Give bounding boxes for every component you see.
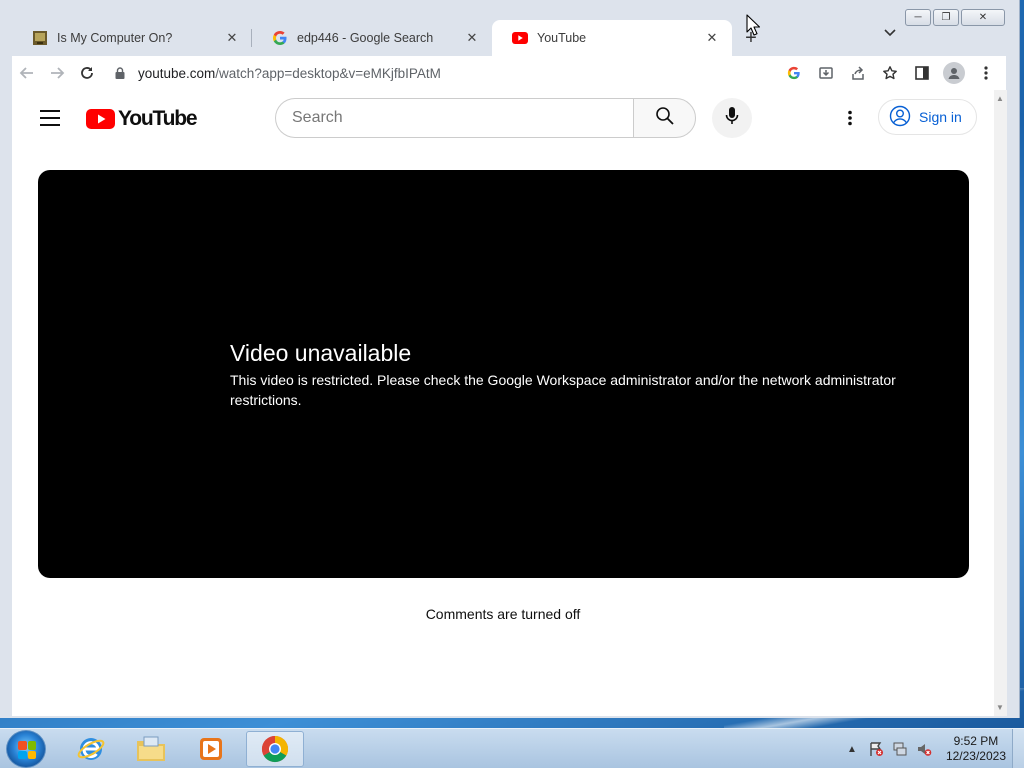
file-explorer-icon[interactable] — [122, 731, 180, 767]
address-bar[interactable]: youtube.com/watch?app=desktop&v=eMKjfbIP… — [110, 59, 760, 87]
bookmark-star-icon[interactable] — [876, 59, 904, 87]
tab-google-search[interactable]: edp446 - Google Search ✕ — [252, 20, 492, 56]
window-controls: ─ ❐ ✕ — [905, 9, 1005, 26]
clock-date: 12/23/2023 — [945, 749, 1006, 763]
forward-button[interactable] — [42, 59, 72, 87]
install-app-icon[interactable] — [812, 59, 840, 87]
google-g-icon — [272, 30, 288, 46]
account-circle-icon — [889, 105, 911, 130]
maximize-button[interactable]: ❐ — [933, 9, 959, 26]
sign-in-button[interactable]: Sign in — [878, 99, 977, 135]
tab-title: edp446 - Google Search — [297, 31, 434, 45]
tab-close-icon[interactable]: ✕ — [704, 30, 720, 46]
computer-icon — [32, 30, 48, 46]
scroll-down-arrow-icon[interactable]: ▼ — [996, 703, 1004, 712]
tab-close-icon[interactable]: ✕ — [224, 30, 240, 46]
network-icon[interactable] — [892, 741, 908, 757]
volume-muted-icon[interactable] — [916, 741, 932, 757]
toolbar-icons — [780, 59, 1006, 87]
youtube-header: YouTube Search Sign in — [12, 90, 994, 146]
back-button[interactable] — [12, 59, 42, 87]
youtube-page: YouTube Search Sign in Video unavailable… — [12, 90, 994, 716]
tab-is-my-computer-on[interactable]: Is My Computer On? ✕ — [12, 20, 252, 56]
show-hidden-icons-arrow-icon[interactable]: ▲ — [844, 741, 860, 757]
lock-icon[interactable] — [110, 67, 130, 79]
taskbar: ▲ 9:52 PM 12/23/2023 — [0, 728, 1024, 768]
search-bar — [275, 98, 696, 138]
tab-close-icon[interactable]: ✕ — [464, 30, 480, 46]
windows-logo-icon — [18, 741, 36, 759]
clock-time: 9:52 PM — [953, 734, 999, 748]
media-player-icon[interactable] — [182, 731, 240, 767]
share-icon[interactable] — [844, 59, 872, 87]
browser-toolbar: youtube.com/watch?app=desktop&v=eMKjfbIP… — [12, 56, 1006, 90]
system-tray: ▲ 9:52 PM 12/23/2023 — [844, 729, 1006, 768]
page-scrollbar[interactable]: ▲ ▼ — [994, 90, 1007, 716]
youtube-wordmark: YouTube — [118, 107, 198, 130]
scroll-up-arrow-icon[interactable]: ▲ — [996, 94, 1004, 103]
reload-button[interactable] — [72, 59, 102, 87]
youtube-logo[interactable]: YouTube — [86, 107, 198, 131]
chrome-icon[interactable] — [246, 731, 304, 767]
tab-youtube[interactable]: YouTube ✕ — [492, 20, 732, 56]
browser-window: ─ ❐ ✕ Is My Computer On? ✕ edp446 - Goog… — [0, 0, 1020, 718]
mouse-cursor-icon — [746, 14, 761, 41]
tab-search-chevron-icon[interactable] — [884, 26, 896, 40]
close-window-button[interactable]: ✕ — [961, 9, 1005, 26]
tab-title: Is My Computer On? — [57, 31, 173, 45]
tab-strip: Is My Computer On? ✕ edp446 - Google Sea… — [12, 18, 912, 56]
comments-status: Comments are turned off — [425, 606, 581, 622]
menu-icon[interactable] — [972, 59, 1000, 87]
error-title: Video unavailable — [230, 340, 412, 366]
youtube-icon — [512, 30, 528, 46]
hamburger-menu-icon[interactable] — [40, 110, 60, 126]
microphone-icon — [725, 106, 739, 131]
side-panel-icon[interactable] — [908, 59, 936, 87]
google-lens-icon[interactable] — [780, 59, 808, 87]
sign-in-label: Sign in — [919, 109, 962, 125]
start-button[interactable] — [6, 730, 46, 768]
youtube-play-icon — [86, 109, 115, 129]
profile-icon[interactable] — [940, 59, 968, 87]
error-message: This video is restricted. Please check t… — [230, 372, 896, 408]
action-center-flag-icon[interactable] — [868, 741, 884, 757]
search-button[interactable] — [633, 98, 696, 138]
show-desktop-button[interactable] — [1012, 729, 1024, 768]
voice-search-button[interactable] — [712, 98, 752, 138]
tab-title: YouTube — [537, 31, 587, 45]
video-player[interactable]: Video unavailable This video is restrict… — [38, 170, 969, 578]
url-host: youtube.com — [138, 65, 216, 81]
url-path: /watch?app=desktop&v=eMKjfbIPAtM — [215, 65, 441, 81]
system-clock[interactable]: 9:52 PM 12/23/2023 — [946, 734, 1006, 764]
search-input[interactable] — [275, 98, 633, 138]
settings-menu-icon[interactable] — [838, 106, 862, 130]
search-icon — [655, 106, 675, 131]
internet-explorer-icon[interactable] — [62, 731, 120, 767]
